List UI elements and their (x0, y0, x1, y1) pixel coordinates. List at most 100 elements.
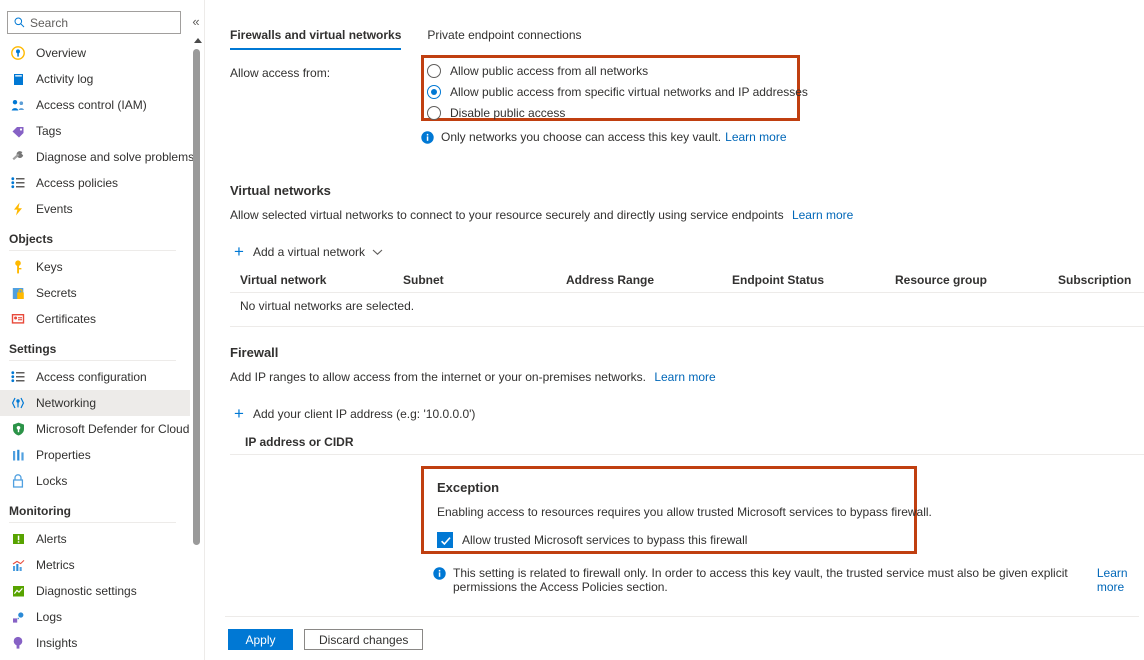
table-divider (230, 292, 1144, 293)
add-client-ip-button[interactable]: + Add your client IP address (e.g: '10.0… (234, 407, 475, 421)
checkbox-checked-icon[interactable] (437, 532, 453, 548)
sidebar-item-secrets[interactable]: Secrets (0, 280, 190, 306)
sidebar-item-label: Access configuration (36, 370, 147, 384)
radio-specific-networks[interactable]: Allow public access from specific virtua… (427, 81, 797, 102)
sidebar-item-overview[interactable]: Overview (0, 40, 190, 66)
search-placeholder: Search (30, 16, 68, 30)
firewall-learn-more-link[interactable]: Learn more (654, 370, 715, 384)
sidebar-item-label: Access policies (36, 176, 118, 190)
info-icon (433, 567, 447, 580)
footer-info-text: This setting is related to firewall only… (453, 566, 1093, 594)
radio-disable-public-access[interactable]: Disable public access (427, 102, 797, 123)
firewall-title: Firewall (230, 345, 278, 360)
footer-learn-more-link[interactable]: Learn more (1097, 566, 1144, 594)
footer-info-note: This setting is related to firewall only… (433, 566, 1144, 594)
chevron-down-icon[interactable] (372, 248, 383, 256)
sidebar-item-activity-log[interactable]: Activity log (0, 66, 190, 92)
sidebar-item-label: Activity log (36, 72, 93, 86)
collapse-sidebar-button[interactable]: « (188, 13, 204, 31)
sidebar-item-diagnostic-settings[interactable]: Diagnostic settings (0, 578, 190, 604)
virtual-networks-learn-more-link[interactable]: Learn more (792, 208, 853, 222)
sidebar-item-label: Locks (36, 474, 67, 488)
sidebar-item-alerts[interactable]: Alerts (0, 526, 190, 552)
add-client-ip-label: Add your client IP address (e.g: '10.0.0… (253, 407, 476, 421)
sidebar: Search « Overview (0, 0, 205, 660)
networking-icon (9, 395, 27, 411)
key-icon (9, 259, 27, 275)
insights-icon (9, 635, 27, 651)
access-configuration-icon (9, 369, 27, 385)
sidebar-item-certificates[interactable]: Certificates (0, 306, 190, 332)
sidebar-scrollbar[interactable] (192, 38, 204, 548)
sidebar-group-objects: Objects (0, 222, 190, 248)
column-resource-group: Resource group (895, 273, 987, 287)
table-divider (230, 454, 1144, 455)
sidebar-item-label: Keys (36, 260, 63, 274)
access-info-learn-more-link[interactable]: Learn more (725, 130, 786, 144)
sidebar-item-label: Networking (36, 396, 96, 410)
action-buttons: Apply Discard changes (228, 629, 423, 650)
sidebar-item-label: Logs (36, 610, 62, 624)
access-info-note: Only networks you choose can access this… (421, 130, 787, 144)
sidebar-item-label: Access control (IAM) (36, 98, 147, 112)
scrollbar-thumb[interactable] (193, 49, 200, 545)
access-policies-icon (9, 175, 27, 191)
column-subnet: Subnet (403, 273, 444, 287)
info-icon (421, 131, 435, 144)
sidebar-item-label: Properties (36, 448, 91, 462)
column-address-range: Address Range (566, 273, 654, 287)
allow-access-from-label: Allow access from: (230, 66, 330, 80)
sidebar-item-insights[interactable]: Insights (0, 630, 190, 656)
sidebar-item-label: Diagnose and solve problems (36, 150, 194, 164)
sidebar-item-metrics[interactable]: Metrics (0, 552, 190, 578)
column-endpoint-status: Endpoint Status (732, 273, 824, 287)
sidebar-item-keys[interactable]: Keys (0, 254, 190, 280)
sidebar-item-label: Microsoft Defender for Cloud (36, 422, 189, 436)
table-divider (230, 326, 1144, 327)
radio-label: Allow public access from specific virtua… (450, 85, 808, 99)
add-virtual-network-button[interactable]: + Add a virtual network (234, 245, 383, 259)
sidebar-item-access-control[interactable]: Access control (IAM) (0, 92, 190, 118)
access-control-icon (9, 97, 27, 113)
sidebar-item-label: Tags (36, 124, 61, 138)
sidebar-item-networking[interactable]: Networking (0, 390, 190, 416)
tab-firewalls-and-virtual-networks[interactable]: Firewalls and virtual networks (230, 28, 401, 50)
radio-label: Disable public access (450, 106, 565, 120)
sidebar-item-diagnose[interactable]: Diagnose and solve problems (0, 144, 190, 170)
plus-icon: + (234, 408, 244, 420)
sidebar-item-properties[interactable]: Properties (0, 442, 190, 468)
apply-button[interactable]: Apply (228, 629, 293, 650)
sidebar-item-tags[interactable]: Tags (0, 118, 190, 144)
sidebar-item-events[interactable]: Events (0, 196, 190, 222)
tab-bar: Firewalls and virtual networks Private e… (230, 28, 608, 50)
radio-all-networks[interactable]: Allow public access from all networks (427, 60, 797, 81)
add-virtual-network-label: Add a virtual network (253, 245, 365, 259)
sidebar-item-label: Events (36, 202, 73, 216)
certificate-icon (9, 311, 27, 327)
activity-log-icon (9, 71, 27, 87)
scroll-up-arrow-icon[interactable] (194, 38, 202, 43)
sidebar-item-label: Metrics (36, 558, 75, 572)
sidebar-item-logs[interactable]: Logs (0, 604, 190, 630)
trusted-services-checkbox-row[interactable]: Allow trusted Microsoft services to bypa… (437, 532, 747, 548)
tab-private-endpoint-connections[interactable]: Private endpoint connections (427, 28, 581, 50)
radio-button-icon[interactable] (427, 106, 441, 120)
virtual-networks-description-text: Allow selected virtual networks to conne… (230, 208, 784, 222)
radio-button-icon[interactable] (427, 64, 441, 78)
sidebar-item-label: Secrets (36, 286, 77, 300)
trusted-services-checkbox-label: Allow trusted Microsoft services to bypa… (462, 533, 747, 547)
sidebar-item-access-policies[interactable]: Access policies (0, 170, 190, 196)
diagnostic-settings-icon (9, 583, 27, 599)
sidebar-item-access-configuration[interactable]: Access configuration (0, 364, 190, 390)
virtual-networks-description: Allow selected virtual networks to conne… (230, 208, 853, 222)
main-content: Firewalls and virtual networks Private e… (205, 0, 1144, 660)
sidebar-item-locks[interactable]: Locks (0, 468, 190, 494)
sidebar-item-defender[interactable]: Microsoft Defender for Cloud (0, 416, 190, 442)
search-input[interactable]: Search (7, 11, 181, 34)
radio-button-icon-selected[interactable] (427, 85, 441, 99)
discard-changes-button[interactable]: Discard changes (304, 629, 423, 650)
properties-icon (9, 447, 27, 463)
page-root: Search « Overview (0, 0, 1144, 660)
footer-divider (225, 616, 1139, 617)
sidebar-nav: Overview Activity log (0, 40, 190, 656)
